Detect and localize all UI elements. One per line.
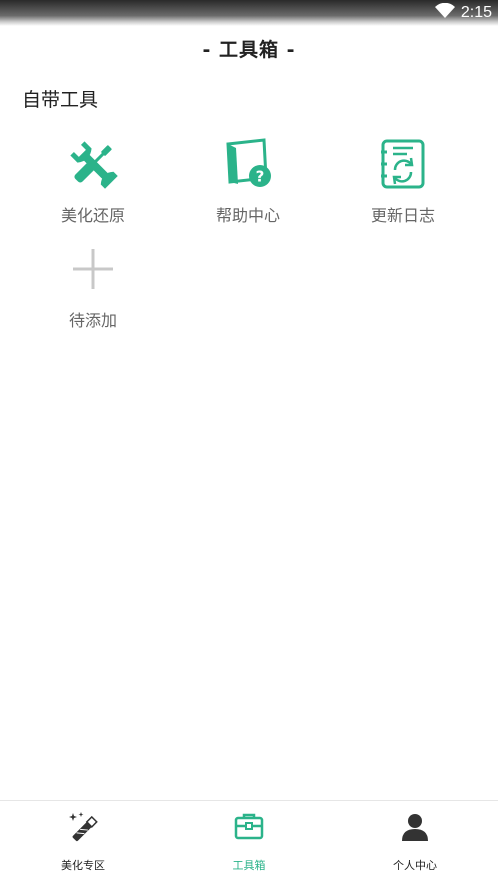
tool-help-center[interactable]: ? 帮助中心 xyxy=(188,136,308,226)
status-time: 2:15 xyxy=(460,4,492,21)
nav-label: 美化专区 xyxy=(61,859,105,872)
status-bar: 2:15 xyxy=(0,0,498,26)
tool-label: 帮助中心 xyxy=(215,206,280,225)
plus-icon xyxy=(65,241,121,297)
tool-update-log[interactable]: 更新日志 xyxy=(343,136,463,226)
magic-wand-icon xyxy=(67,811,99,843)
update-log-icon xyxy=(375,136,431,192)
tool-add-placeholder[interactable]: 待添加 xyxy=(33,241,153,331)
person-icon xyxy=(399,811,431,843)
nav-label: 工具箱 xyxy=(232,859,266,872)
wrench-screwdriver-icon xyxy=(65,136,121,192)
nav-item-beautify-zone[interactable]: 美化专区 xyxy=(0,801,166,885)
help-note-icon: ? xyxy=(220,136,276,192)
wifi-icon xyxy=(434,2,455,23)
status-right: 2:15 xyxy=(434,2,492,23)
toolbox-icon xyxy=(233,811,265,843)
tool-label: 待添加 xyxy=(68,311,117,330)
section-title: 自带工具 xyxy=(22,89,99,111)
bottom-nav: 美化专区 工具箱 个人中心 xyxy=(0,800,498,885)
tool-label: 美化还原 xyxy=(60,206,125,225)
tool-label: 更新日志 xyxy=(370,206,435,225)
nav-item-toolbox[interactable]: 工具箱 xyxy=(166,801,332,885)
page-header: - 工具箱 - xyxy=(0,28,498,68)
tool-beautify-restore[interactable]: 美化还原 xyxy=(33,136,153,226)
nav-item-personal-center[interactable]: 个人中心 xyxy=(332,801,498,885)
nav-label: 个人中心 xyxy=(393,859,437,872)
svg-text:?: ? xyxy=(256,168,265,186)
page-title: - 工具箱 - xyxy=(202,38,296,61)
